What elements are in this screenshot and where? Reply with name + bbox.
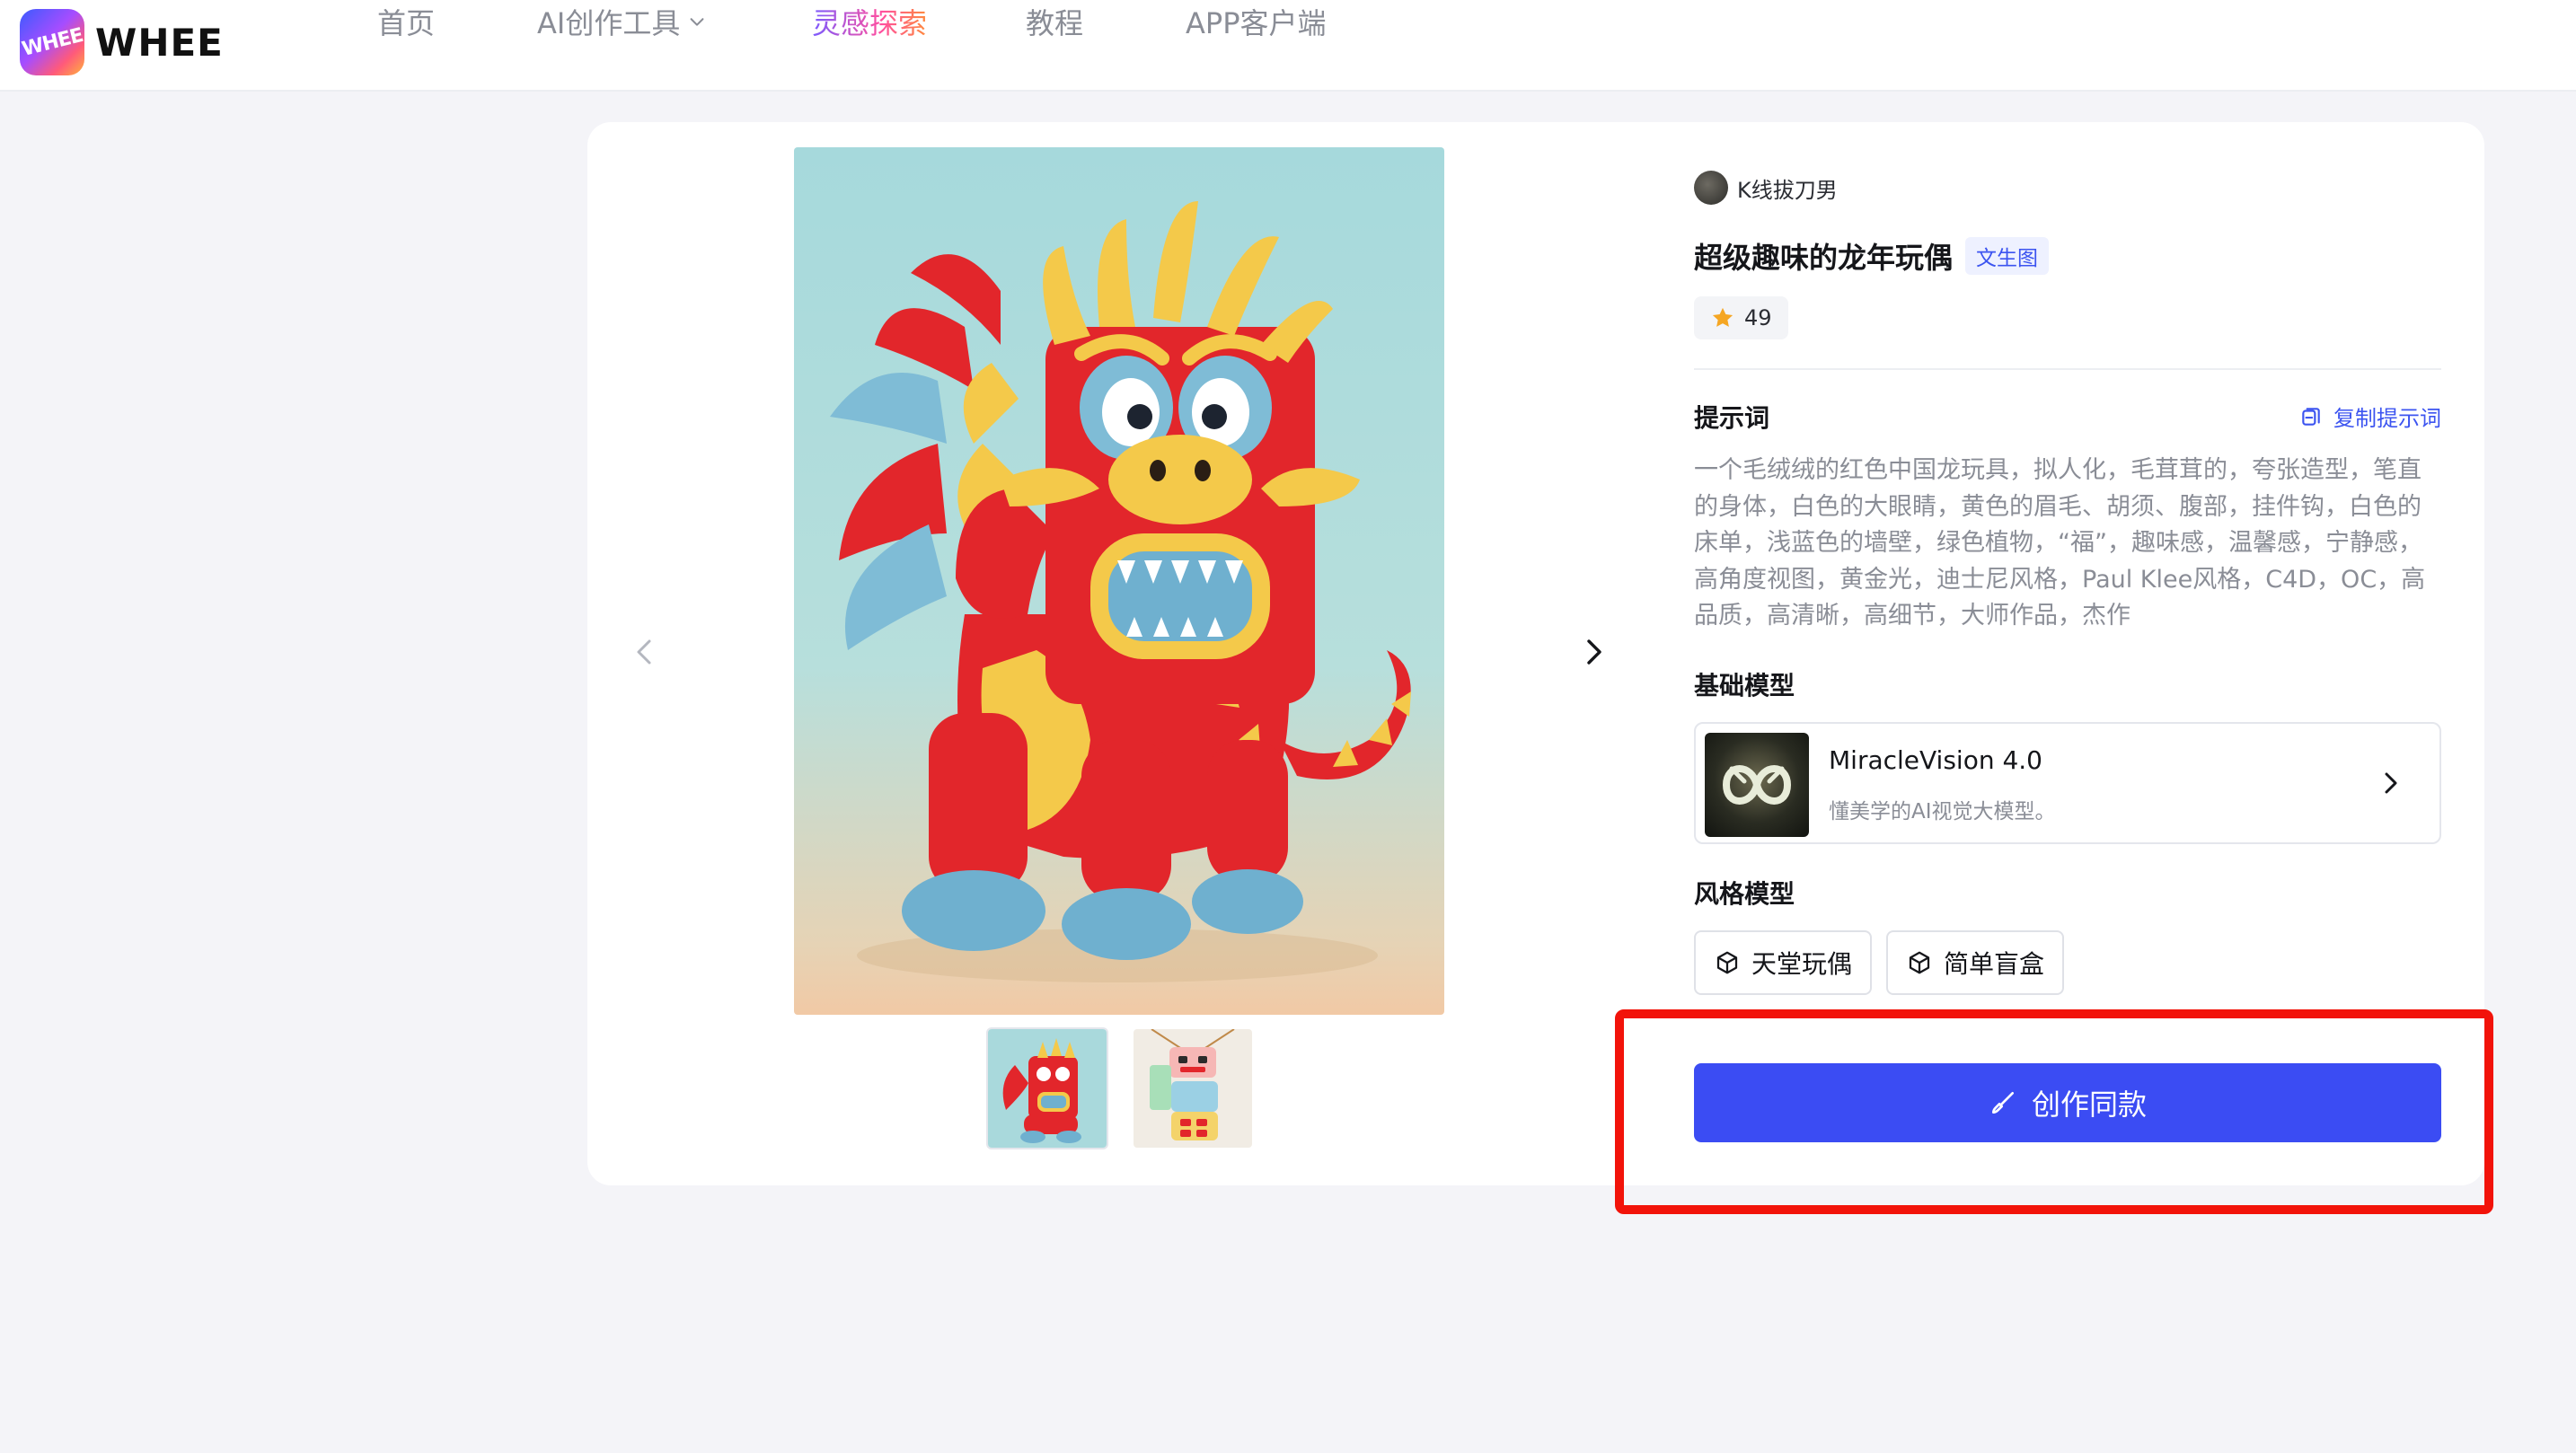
avatar (1694, 171, 1728, 205)
base-model-card[interactable]: MiracleVision 4.0 懂美学的AI视觉大模型。 (1694, 722, 2441, 844)
style-model-heading: 风格模型 (1694, 879, 1795, 909)
top-navigation: WHEE WHEE 首页 AI创作工具 灵感探索 教程 APP客户端 (0, 0, 2576, 92)
author-info[interactable]: K线拔刀男 (1694, 171, 1838, 205)
style-model-chip[interactable]: 天堂玩偶 (1694, 930, 1873, 995)
thumbnail-1-image (988, 1029, 1107, 1148)
prompt-text: 一个毛绒绒的红色中国龙玩具，拟人化，毛茸茸的，夸张造型，笔直的身体，白色的大眼睛… (1694, 456, 2426, 630)
logo-mark: WHEE (20, 9, 84, 75)
main-artwork-image[interactable] (794, 147, 1444, 1015)
thumbnail-2[interactable] (1132, 1027, 1254, 1149)
style-model-label: 简单盲盒 (1944, 949, 2045, 979)
likes-count: 49 (1744, 305, 1772, 330)
logo[interactable]: WHEE WHEE (20, 9, 224, 75)
base-model-heading: 基础模型 (1694, 671, 1795, 700)
divider (1694, 368, 2441, 370)
chevron-down-icon (690, 18, 704, 26)
cube-icon (1909, 951, 1930, 974)
miraclevision-logo-icon (1722, 765, 1792, 805)
author-name: K线拔刀男 (1737, 177, 1838, 203)
copy-prompt-button[interactable]: 复制提示词 (2299, 401, 2441, 432)
style-model-list: 天堂玩偶 简单盲盒 (1694, 930, 2078, 995)
likes-badge[interactable]: 49 (1694, 296, 1788, 339)
nav-home[interactable]: 首页 (377, 1, 435, 42)
nav-explore[interactable]: 灵感探索 (812, 1, 927, 42)
copy-prompt-label: 复制提示词 (2333, 406, 2441, 431)
thumbnail-1[interactable] (986, 1027, 1108, 1149)
nav-ai-tools[interactable]: AI创作工具 (537, 1, 707, 42)
star-icon (1712, 307, 1734, 327)
chevron-right-icon (2385, 772, 2397, 794)
create-same-label: 创作同款 (2031, 1088, 2147, 1122)
work-title-row: 超级趣味的龙年玩偶 文生图 (1694, 235, 2050, 277)
create-same-button[interactable]: 创作同款 (1694, 1063, 2441, 1142)
next-arrow-icon[interactable] (1575, 634, 1611, 670)
style-model-label: 天堂玩偶 (1751, 949, 1853, 979)
cube-icon (1716, 951, 1738, 974)
brush-icon (1991, 1092, 2014, 1114)
logo-text: WHEE (95, 20, 224, 65)
prompt-heading: 提示词 (1694, 403, 1770, 433)
work-title: 超级趣味的龙年玩偶 (1694, 241, 1954, 275)
model-name: MiracleVision 4.0 (1829, 745, 2042, 775)
type-tag: 文生图 (1965, 237, 2050, 275)
model-thumbnail (1705, 733, 1809, 837)
nav-tutorial[interactable]: 教程 (1026, 1, 1083, 42)
copy-icon (2302, 407, 2320, 426)
thumbnail-2-image (1134, 1029, 1252, 1148)
previous-arrow-icon[interactable] (627, 634, 663, 670)
thumbnail-strip (986, 1027, 1277, 1149)
dragon-plush-illustration (830, 201, 1411, 982)
model-description: 懂美学的AI视觉大模型。 (1829, 800, 2056, 823)
style-model-chip[interactable]: 简单盲盒 (1886, 930, 2065, 995)
nav-ai-tools-label: AI创作工具 (537, 6, 681, 40)
nav-app-client[interactable]: APP客户端 (1186, 1, 1327, 42)
